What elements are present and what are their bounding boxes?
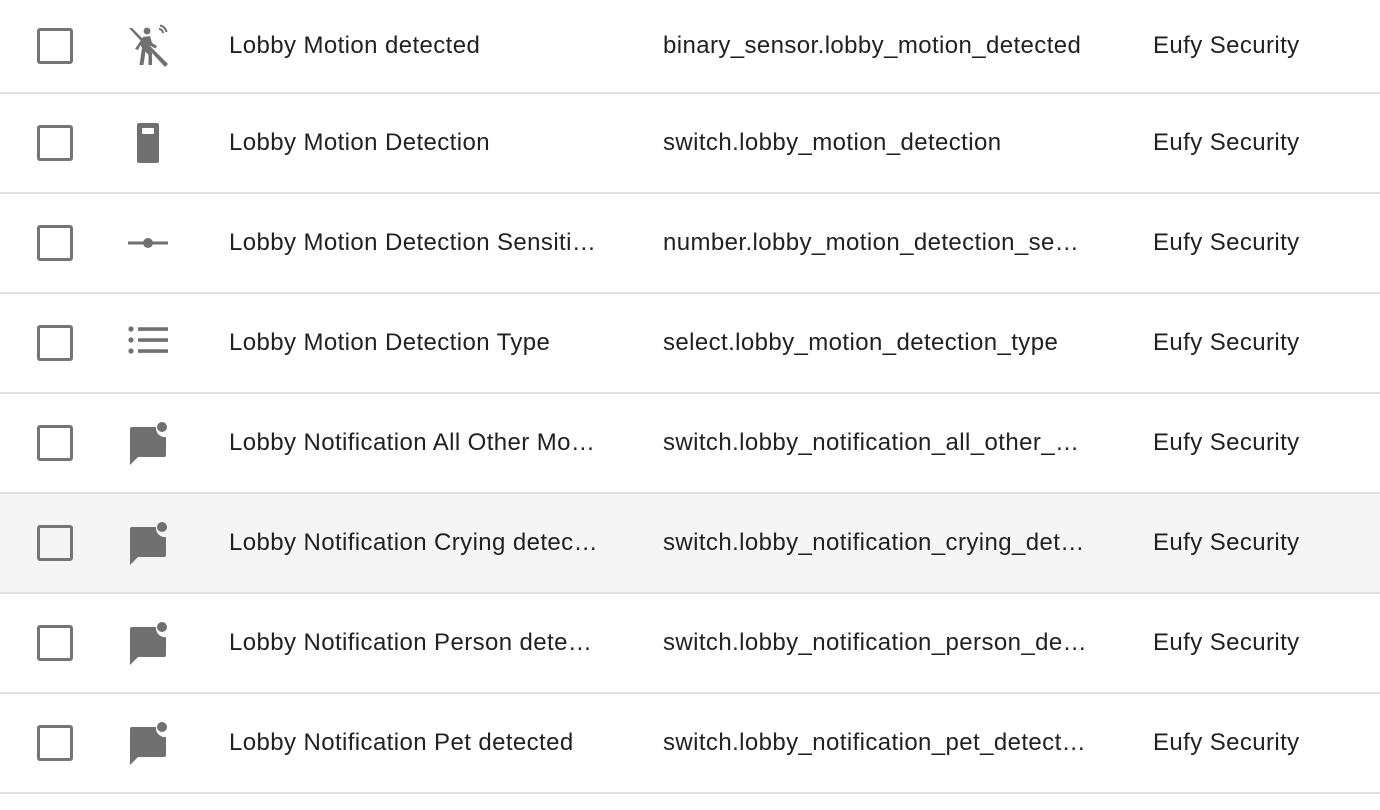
format-list-icon [126,321,170,365]
entity-id: switch.lobby_notification_pet_detected [663,729,1089,756]
entity-id: switch.lobby_notification_person_detecte… [663,629,1089,656]
entity-integration: Eufy Security [1153,729,1300,756]
entity-id: switch.lobby_notification_all_other_moti… [663,429,1089,456]
remote-switch-icon [126,121,170,165]
table-row[interactable]: Lobby Motion Detection Sensitivity numbe… [0,194,1380,294]
entity-name: Lobby Motion Detection Sensitivity [229,229,601,256]
entity-id: switch.lobby_notification_crying_detecte… [663,529,1089,556]
slider-number-icon [126,221,170,265]
entity-id: select.lobby_motion_detection_type [663,329,1059,356]
table-row[interactable]: Lobby Notification Person detected switc… [0,594,1380,694]
entity-id: number.lobby_motion_detection_sensitivit… [663,229,1089,256]
entity-integration: Eufy Security [1153,32,1300,59]
entity-name: Lobby Notification Pet detected [229,729,574,756]
row-checkbox[interactable] [37,325,73,361]
entity-id: switch.lobby_motion_detection [663,129,1002,156]
row-checkbox[interactable] [37,28,73,64]
entity-name: Lobby Motion Detection [229,129,490,156]
entity-integration: Eufy Security [1153,129,1300,156]
entity-integration: Eufy Security [1153,229,1300,256]
entity-name: Lobby Motion detected [229,32,481,59]
entity-integration: Eufy Security [1153,529,1300,556]
message-badge-icon [126,621,170,665]
table-row[interactable]: Lobby Notification All Other Motion swit… [0,394,1380,494]
row-checkbox[interactable] [37,725,73,761]
entities-table: Lobby Motion detected binary_sensor.lobb… [0,0,1380,810]
row-checkbox[interactable] [37,625,73,661]
entity-name: Lobby Notification All Other Motion [229,429,601,456]
message-badge-icon [126,521,170,565]
table-row[interactable]: Lobby Notification Pet detected switch.l… [0,694,1380,794]
entity-name: Lobby Notification Person detected [229,629,601,656]
entity-integration: Eufy Security [1153,629,1300,656]
table-row[interactable]: Lobby Motion detected binary_sensor.lobb… [0,0,1380,94]
message-badge-icon [126,721,170,765]
row-checkbox[interactable] [37,425,73,461]
table-row[interactable]: Lobby Motion Detection Type select.lobby… [0,294,1380,394]
message-badge-icon [126,421,170,465]
entity-name: Lobby Notification Crying detected [229,529,601,556]
entity-integration: Eufy Security [1153,329,1300,356]
entity-id: binary_sensor.lobby_motion_detected [663,32,1082,59]
entity-name: Lobby Motion Detection Type [229,329,551,356]
entity-integration: Eufy Security [1153,429,1300,456]
table-row[interactable]: Lobby Motion Detection switch.lobby_moti… [0,94,1380,194]
motion-sensor-icon [126,24,170,68]
table-row[interactable]: Lobby Notification Crying detected switc… [0,494,1380,594]
row-checkbox[interactable] [37,125,73,161]
row-checkbox[interactable] [37,525,73,561]
row-checkbox[interactable] [37,225,73,261]
